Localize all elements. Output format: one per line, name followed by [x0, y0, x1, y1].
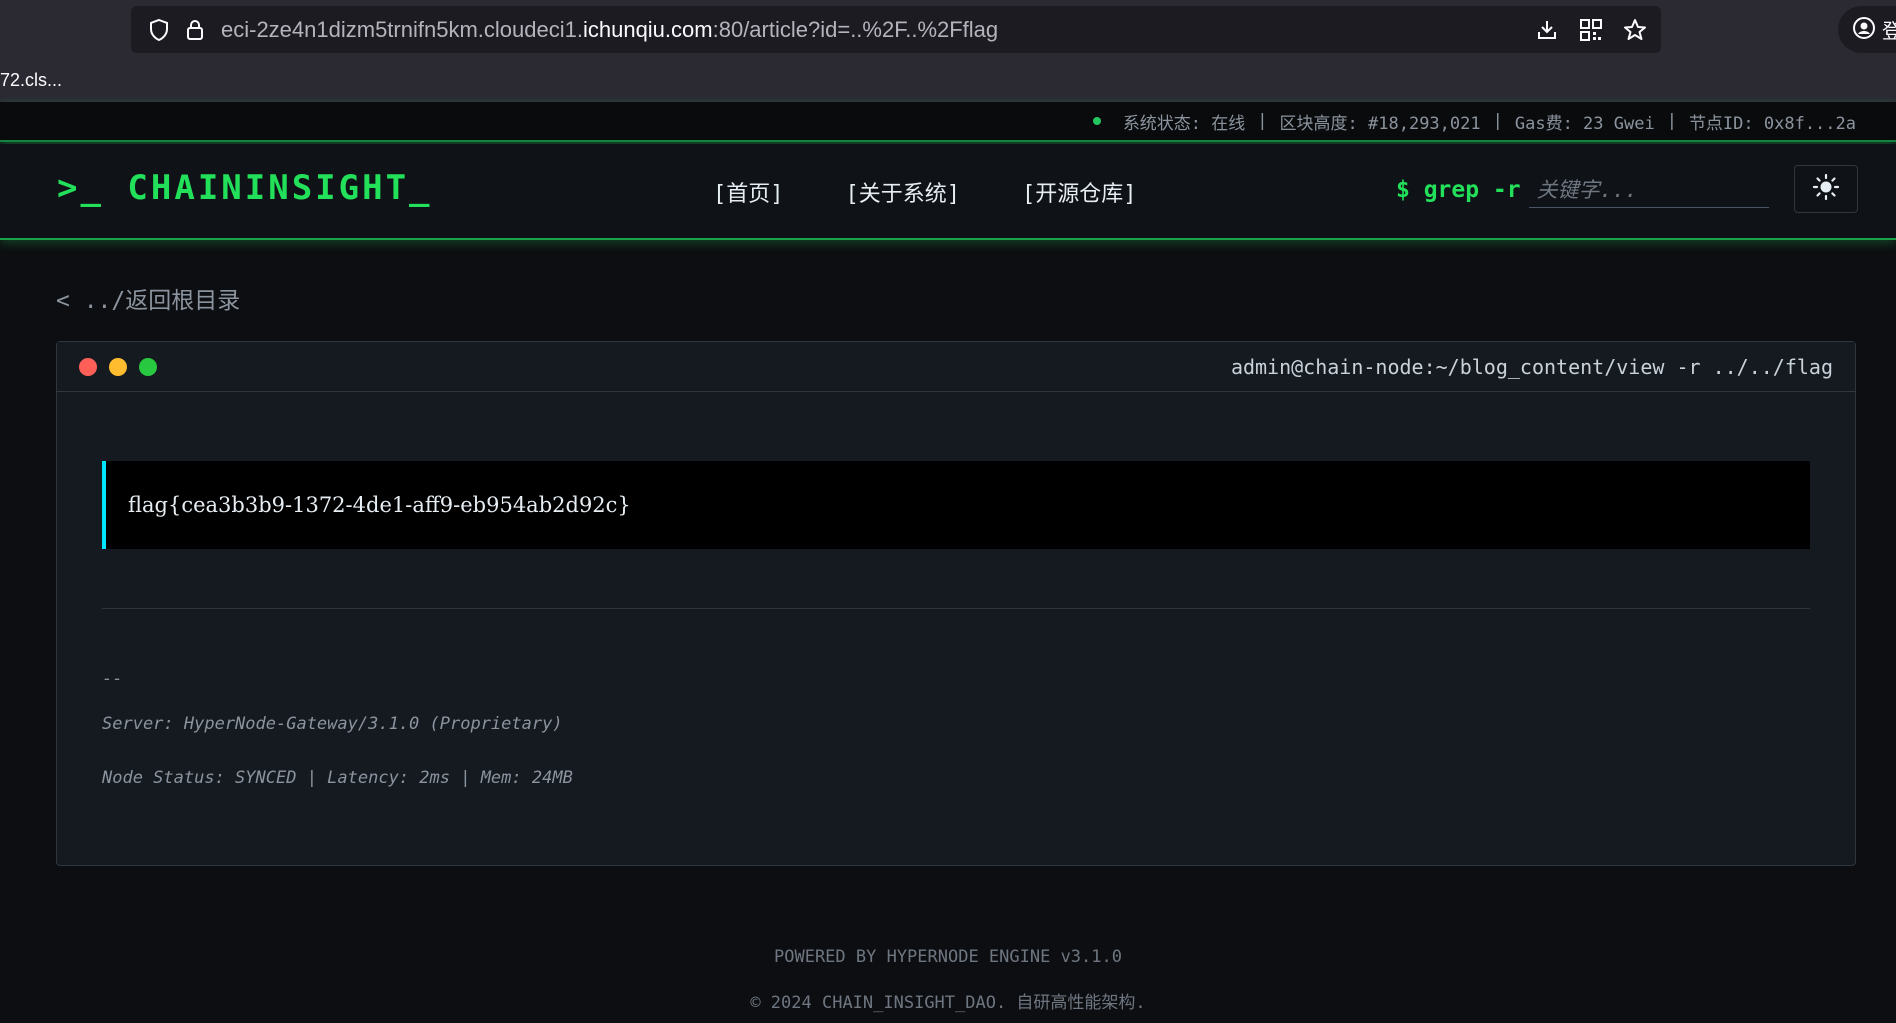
account-icon — [1852, 16, 1876, 44]
nav-home[interactable]: [首页] — [713, 176, 784, 208]
separator: | — [1257, 111, 1268, 131]
account-button[interactable]: 登 — [1838, 6, 1896, 53]
node-id: 节点ID: 0x8f...2a — [1688, 113, 1856, 134]
site-logo[interactable]: >_ CHAININSIGHT_ — [57, 168, 433, 208]
separator: | — [1666, 111, 1677, 131]
site-header: >_ CHAININSIGHT_ [首页] [关于系统] [开源仓库] $ gr… — [0, 144, 1896, 240]
minimize-dot[interactable] — [109, 357, 127, 376]
signature-dash: -- — [102, 669, 123, 689]
status-strip: 系统状态: 在线 | 区块高度: #18,293,021 | Gas费: 23 … — [0, 102, 1896, 142]
bookmark-star-icon[interactable] — [1621, 16, 1649, 44]
gas-fee: Gas费: 23 Gwei — [1514, 113, 1655, 134]
content-divider — [102, 608, 1810, 609]
main-nav: [首页] [关于系统] [开源仓库] — [713, 176, 1137, 208]
url-text[interactable]: eci-2ze4n1dizm5trnifn5km.cloudeci1.ichun… — [221, 17, 998, 43]
nav-about[interactable]: [关于系统] — [846, 176, 961, 208]
footer-copyright: © 2024 CHAIN_INSIGHT_DAO. 自研高性能架构. — [750, 993, 1146, 1013]
footer-powered-by: POWERED BY HYPERNODE ENGINE v3.1.0 — [774, 947, 1122, 967]
account-label: 登 — [1882, 19, 1896, 43]
flag-text: flag{cea3b3b9-1372-4de1-aff9-eb954ab2d92… — [128, 493, 631, 517]
flag-block: flag{cea3b3b9-1372-4de1-aff9-eb954ab2d92… — [102, 461, 1810, 549]
lock-icon[interactable] — [181, 16, 209, 44]
nav-repo[interactable]: [开源仓库] — [1022, 176, 1137, 208]
separator: | — [1492, 111, 1503, 131]
tab-label[interactable]: 72.cls... — [0, 70, 62, 91]
close-dot[interactable] — [79, 357, 97, 376]
status-online-dot — [1092, 117, 1101, 125]
block-height: 区块高度: #18,293,021 — [1279, 113, 1481, 134]
back-to-root-link[interactable]: < ../返回根目录 — [56, 281, 240, 315]
sun-icon — [1812, 173, 1840, 205]
search-prompt: $ grep -r — [1396, 177, 1521, 203]
search-bar: $ grep -r — [1396, 172, 1769, 208]
terminal-path: admin@chain-node:~/blog_content/view -r … — [1230, 354, 1833, 379]
download-icon[interactable] — [1533, 16, 1561, 44]
theme-toggle-button[interactable] — [1794, 165, 1858, 213]
terminal-titlebar: admin@chain-node:~/blog_content/view -r … — [57, 342, 1855, 392]
node-status-info: Node Status: SYNCED | Latency: 2ms | Mem… — [102, 768, 573, 788]
system-status: 系统状态: 在线 — [1122, 113, 1246, 134]
server-info: Server: HyperNode-Gateway/3.1.0 (Proprie… — [102, 714, 563, 734]
browser-chrome: eci-2ze4n1dizm5trnifn5km.cloudeci1.ichun… — [0, 0, 1896, 102]
shield-icon[interactable] — [145, 16, 173, 44]
window-controls — [79, 357, 157, 376]
terminal-window: admin@chain-node:~/blog_content/view -r … — [56, 341, 1856, 866]
address-bar[interactable]: eci-2ze4n1dizm5trnifn5km.cloudeci1.ichun… — [131, 6, 1661, 53]
qr-code-icon[interactable] — [1577, 16, 1605, 44]
maximize-dot[interactable] — [139, 357, 157, 376]
search-input[interactable] — [1528, 172, 1769, 208]
